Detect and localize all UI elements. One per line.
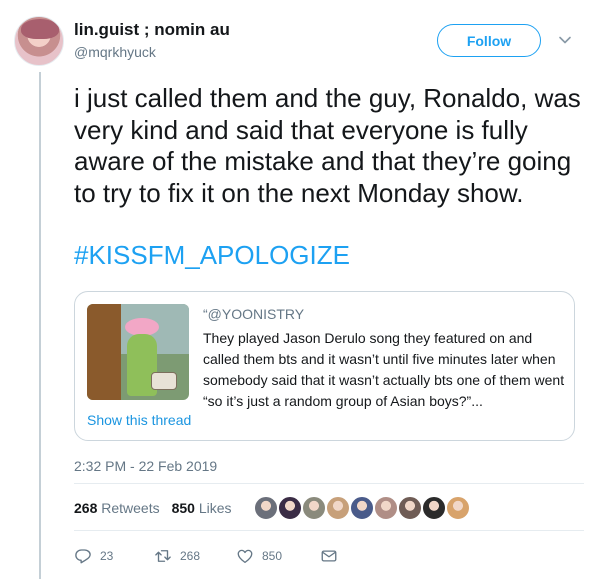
retweet-button[interactable]: 268 [154, 547, 236, 565]
user-display-name[interactable]: lin.guist ; nomin au [74, 20, 230, 40]
divider [74, 530, 584, 531]
tweet-stats: 268 Retweets 850 Likes [74, 500, 232, 516]
liker-avatar[interactable] [373, 495, 399, 521]
likes-label: Likes [198, 500, 232, 516]
liker-avatar[interactable] [253, 495, 279, 521]
likes-stat[interactable]: 850 Likes [172, 500, 232, 516]
liker-avatar[interactable] [277, 495, 303, 521]
likes-count: 850 [171, 500, 195, 516]
heart-icon [237, 549, 253, 564]
retweet-count: 268 [180, 549, 201, 563]
retweet-icon [155, 550, 171, 562]
hashtag-link[interactable]: #KISSFM_APOLOGIZE [74, 240, 350, 272]
like-button[interactable]: 850 [236, 547, 320, 565]
reply-count: 23 [100, 549, 114, 563]
user-handle[interactable]: @mqrkhyuck [74, 44, 156, 60]
liker-avatar[interactable] [301, 495, 327, 521]
action-bar: 23 268 850 [74, 545, 338, 567]
liker-avatar[interactable] [397, 495, 423, 521]
show-thread-link[interactable]: Show this thread [87, 412, 191, 428]
liker-avatar[interactable] [349, 495, 375, 521]
liker-avatars[interactable] [253, 495, 471, 523]
caret-down-icon[interactable] [557, 32, 573, 48]
tweet-text: i just called them and the guy, Ronaldo,… [74, 83, 581, 208]
follow-button[interactable]: Follow [437, 24, 541, 57]
retweets-label: Retweets [101, 500, 160, 516]
quoted-tweet-author: “@YOONISTRY [203, 306, 305, 322]
avatar[interactable] [14, 16, 64, 66]
retweets-stat[interactable]: 268 Retweets [74, 500, 160, 516]
thread-line [39, 72, 41, 579]
quoted-tweet-text: They played Jason Derulo song they featu… [203, 330, 565, 409]
quoted-tweet-card[interactable]: “@YOONISTRY They played Jason Derulo son… [74, 291, 575, 441]
liker-avatar[interactable] [445, 495, 471, 521]
quoted-tweet-image [87, 304, 189, 400]
like-count: 850 [262, 549, 283, 563]
retweets-count: 268 [74, 500, 98, 516]
liker-avatar[interactable] [421, 495, 447, 521]
direct-message-icon [321, 550, 337, 562]
tweet-timestamp[interactable]: 2:32 PM - 22 Feb 2019 [74, 458, 217, 474]
divider [74, 483, 584, 484]
direct-message-button[interactable] [320, 547, 338, 565]
reply-button[interactable]: 23 [74, 547, 154, 565]
reply-icon [75, 549, 91, 564]
liker-avatar[interactable] [325, 495, 351, 521]
